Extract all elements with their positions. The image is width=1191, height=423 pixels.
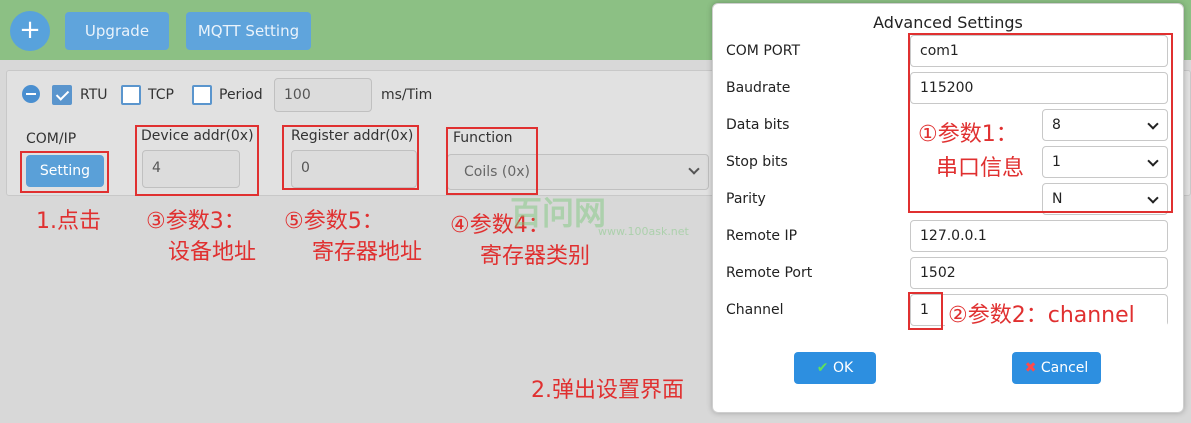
annotation-box-register-addr xyxy=(282,125,419,190)
annotation-box-function xyxy=(446,127,538,195)
tcp-label: TCP xyxy=(148,87,174,103)
watermark-logo: 百问网 xyxy=(510,194,607,232)
annotation-param3-desc: 设备地址 xyxy=(168,240,257,265)
check-icon: ✔ xyxy=(816,360,829,376)
period-checkbox[interactable] xyxy=(192,85,212,105)
annotation-popup: 2.弹出设置界面 xyxy=(531,378,684,403)
annotation-box-setting xyxy=(20,151,109,193)
annotation-click: 1.点击 xyxy=(36,209,101,234)
rtu-checkbox[interactable] xyxy=(52,85,72,105)
cancel-label: Cancel xyxy=(1040,360,1089,376)
parity-label: Parity xyxy=(726,191,766,207)
annotation-param2: ②参数2：channel xyxy=(948,303,1135,328)
annotation-param5-title: ⑤参数5： xyxy=(284,209,384,234)
com-ip-label: COM/IP xyxy=(26,131,77,147)
remote-port-input[interactable]: 1502 xyxy=(910,257,1168,289)
annotation-param4-desc: 寄存器类别 xyxy=(480,244,591,269)
com-port-label: COM PORT xyxy=(726,43,801,59)
ok-button[interactable]: ✔ OK xyxy=(794,352,876,384)
ok-label: OK xyxy=(832,360,854,376)
period-unit-label: ms/Tim xyxy=(381,87,433,103)
watermark-url: www.100ask.net xyxy=(598,225,689,238)
remote-port-label: Remote Port xyxy=(726,265,813,281)
annotation-param3-title: ③参数3： xyxy=(146,209,246,234)
dialog-title: Advanced Settings xyxy=(873,13,1023,32)
add-button[interactable]: + xyxy=(10,11,50,51)
rtu-label: RTU xyxy=(80,87,108,103)
annotation-box-channel xyxy=(908,292,943,330)
mqtt-setting-button[interactable]: MQTT Setting xyxy=(186,12,311,50)
period-input[interactable]: 100 xyxy=(274,78,372,112)
chevron-down-icon xyxy=(688,163,700,175)
close-icon: ✖ xyxy=(1024,360,1037,376)
stop-bits-label: Stop bits xyxy=(726,154,788,170)
annotation-param1-title: ①参数1： xyxy=(918,122,1018,147)
period-label: Period xyxy=(219,87,263,103)
data-bits-label: Data bits xyxy=(726,117,790,133)
remote-ip-label: Remote IP xyxy=(726,228,798,244)
baudrate-label: Baudrate xyxy=(726,80,791,96)
channel-label: Channel xyxy=(726,302,784,318)
cancel-button[interactable]: ✖ Cancel xyxy=(1012,352,1101,384)
annotation-box-device-addr xyxy=(135,125,259,196)
remote-ip-input[interactable]: 127.0.0.1 xyxy=(910,220,1168,252)
collapse-icon[interactable] xyxy=(22,85,40,103)
annotation-param5-desc: 寄存器地址 xyxy=(312,240,423,265)
tcp-checkbox[interactable] xyxy=(121,85,141,105)
annotation-param1-desc: 串口信息 xyxy=(936,156,1025,181)
upgrade-button[interactable]: Upgrade xyxy=(65,12,169,50)
